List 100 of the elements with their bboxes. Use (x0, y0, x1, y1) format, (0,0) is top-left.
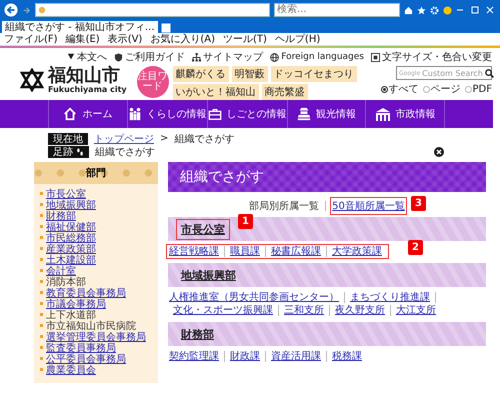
window-controls-icon[interactable] (456, 6, 496, 14)
keyword-button[interactable]: ドッコイセまつり (270, 66, 357, 82)
nav-item[interactable]: ホーム (49, 100, 128, 128)
radio-label: すべて (388, 83, 419, 96)
nav-item[interactable]: しごとの情報 (208, 100, 288, 128)
header-link[interactable]: Foreign languages (281, 52, 364, 62)
sidebar-link[interactable]: 市議会事務局 (46, 296, 106, 310)
back-icon[interactable] (4, 3, 18, 17)
nav-item[interactable]: 観光情報 (288, 100, 366, 128)
view-link[interactable]: 50音順所属一覧 (332, 199, 405, 213)
header-link[interactable]: ご利用ガイド (125, 50, 186, 64)
department-link[interactable]: 夜久野支所 (330, 305, 391, 316)
department-link[interactable]: 契約監理課 (168, 351, 225, 362)
bullet-icon (40, 280, 43, 283)
sidebar-link[interactable]: 産業政策部 (46, 242, 96, 256)
bullet-icon (40, 291, 43, 294)
bullet-icon (40, 357, 43, 360)
keyword-button[interactable]: 明智藪 (232, 66, 268, 82)
bullet-icon (40, 247, 43, 250)
menu-item[interactable]: ツール(T) (223, 32, 267, 46)
keyword-button[interactable]: いがいと！福知山 (172, 84, 259, 100)
location-label: 現在地 (48, 132, 88, 144)
department-link[interactable]: 秘書広報課 (266, 246, 327, 257)
settings-icon[interactable] (430, 6, 439, 14)
keyword-button[interactable]: 商売繁盛 (262, 84, 308, 100)
sidebar-text: 消防本部 (46, 276, 86, 288)
header-link[interactable]: サイトマップ (203, 50, 264, 64)
department-link[interactable]: 大江支所 (391, 305, 441, 316)
current-view-label: 部局別所属一覧 (249, 200, 320, 213)
site-subtitle: Fukuchiyama city (48, 85, 127, 94)
logo-icon (20, 68, 44, 92)
bullet-icon (40, 269, 43, 272)
site-title[interactable]: 福知山市 (48, 66, 127, 85)
search-icon[interactable] (484, 68, 494, 78)
department-link[interactable]: まちづくり推進課 (345, 292, 436, 303)
department-link[interactable]: 文化・スポーツ振興課 (168, 305, 279, 316)
castle-icon (297, 107, 311, 121)
radio-button[interactable] (380, 86, 388, 92)
nav-item[interactable]: くらしの情報 (128, 100, 208, 128)
callout-number: 2 (408, 240, 423, 255)
footprints-icon (76, 148, 84, 156)
department-link[interactable]: 人権推進室（男女共同参画センター） (168, 292, 345, 303)
header-link[interactable]: 本文へ (77, 50, 108, 64)
sidebar-link[interactable]: 市民総務部 (46, 230, 96, 244)
bullet-icon (40, 313, 43, 316)
sidebar-link[interactable]: 福祉保健部 (46, 220, 96, 234)
sidebar-link[interactable]: 公平委員会事務局 (46, 352, 126, 366)
sidebar-text: 上下水道部 (46, 308, 96, 320)
bullet-icon (40, 302, 43, 305)
home-icon[interactable] (404, 6, 413, 14)
browser-search-field[interactable]: 検索... (274, 3, 400, 17)
department-link[interactable]: 経営戦略課 (168, 246, 225, 257)
sidebar-link[interactable]: 教育委員会事務局 (46, 286, 126, 300)
header-link[interactable]: 文字サイズ・色合い変更 (382, 50, 492, 64)
department-link[interactable]: 三和支所 (279, 305, 330, 316)
sidebar-link[interactable]: 選挙管理委員会事務局 (46, 330, 146, 344)
bullet-icon (40, 258, 43, 261)
new-tab-icon[interactable] (160, 23, 171, 33)
callout-number: 1 (238, 214, 253, 229)
keyword-button[interactable]: 麒麟がくる (172, 66, 229, 82)
sidebar-link[interactable]: 財務部 (46, 208, 76, 222)
sidebar-heading: 部門 (34, 162, 158, 184)
sidebar-link[interactable]: 土木建設部 (46, 252, 96, 266)
department-link[interactable]: 資産活用課 (266, 351, 327, 362)
people-icon (128, 107, 142, 121)
sidebar-link[interactable]: 会計室 (46, 264, 76, 278)
menu-item[interactable]: 表示(V) (108, 32, 142, 46)
browser-tab[interactable]: 組織でさがす - 福知山市オフィ... (2, 21, 158, 33)
callout-number: 3 (411, 196, 426, 211)
radio-button[interactable] (464, 86, 472, 92)
text-size-icon (371, 52, 380, 62)
department-link[interactable]: 大学政策課 (327, 246, 387, 257)
nav-item[interactable]: 市政情報 (366, 100, 446, 128)
department-link[interactable]: 税務課 (327, 351, 367, 362)
footprints-label: 足跡 (48, 146, 89, 158)
sidebar-link[interactable]: 農業委員会 (46, 362, 96, 376)
radio-button[interactable] (422, 86, 430, 92)
close-icon[interactable] (434, 146, 444, 156)
menu-item[interactable]: ファイル(F) (4, 32, 58, 46)
menu-item[interactable]: 編集(E) (66, 32, 100, 46)
bullet-icon (40, 203, 43, 206)
guide-icon (114, 52, 124, 62)
section-title[interactable]: 地域振興部 (178, 266, 239, 284)
sidebar-link[interactable]: 地域振興部 (46, 198, 96, 212)
breadcrumb-link[interactable]: トップページ (94, 132, 154, 146)
radio-label: ページ (430, 83, 461, 96)
bullet-icon (40, 236, 43, 239)
menu-item[interactable]: お気に入り(A) (150, 32, 215, 46)
arrow-down-icon (67, 53, 76, 61)
bullet-icon (40, 346, 43, 349)
menu-item[interactable]: ヘルプ(H) (274, 32, 320, 46)
section-title[interactable]: 財務部 (178, 326, 217, 342)
section-title[interactable]: 市長公室 (178, 220, 228, 238)
sidebar-link[interactable]: 監査委員事務局 (46, 340, 116, 354)
star-icon[interactable] (417, 6, 426, 14)
department-link[interactable]: 職員課 (225, 246, 266, 257)
breadcrumb-current: 組織でさがす (174, 132, 234, 146)
radio-label: PDF (472, 84, 492, 94)
department-link[interactable]: 財政課 (225, 351, 266, 362)
footprint-link[interactable]: 組織でさがす (95, 144, 155, 158)
